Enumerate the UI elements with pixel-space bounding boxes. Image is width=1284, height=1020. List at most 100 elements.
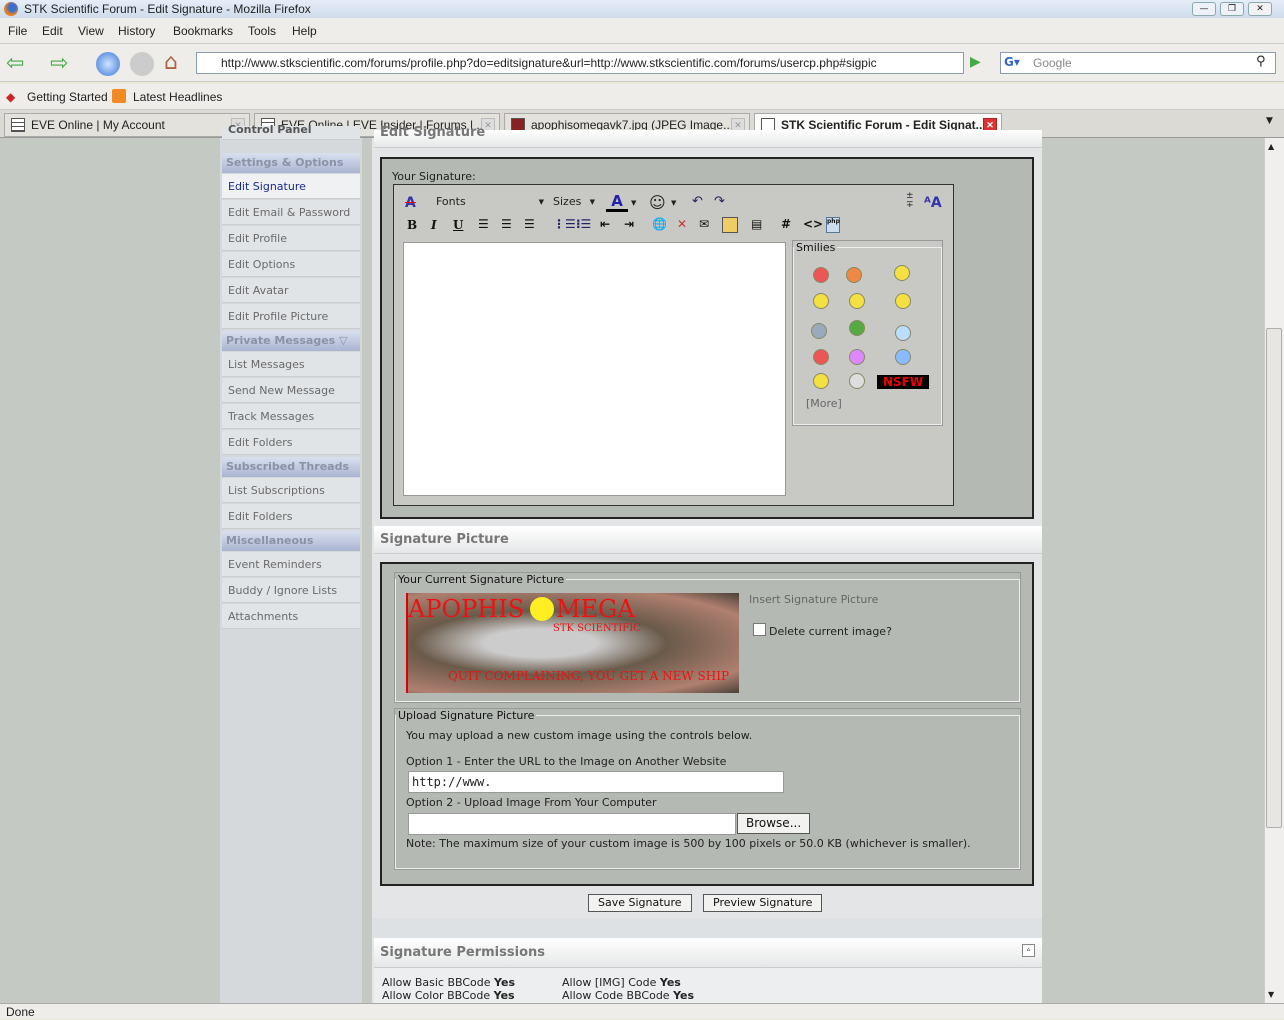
indent-icon[interactable]: ⇥	[624, 217, 634, 231]
insert-signature-picture-link[interactable]: Insert Signature Picture	[749, 593, 878, 606]
ordered-list-icon[interactable]: ⋮☰	[553, 217, 576, 231]
forward-icon[interactable]: ⇨	[50, 52, 74, 76]
home-icon[interactable]: ⌂	[164, 50, 188, 75]
smilie-nsfw[interactable]: NSFW	[877, 375, 929, 389]
collapse-icon[interactable]: ▽	[339, 334, 347, 347]
smilie-icon[interactable]	[895, 349, 911, 365]
sidebar-item-edit-avatar[interactable]: Edit Avatar	[222, 278, 360, 303]
smilie-icon[interactable]	[813, 349, 829, 365]
bold-button[interactable]: B	[407, 218, 417, 232]
underline-button[interactable]: U	[453, 218, 463, 232]
smilie-icon[interactable]	[813, 373, 829, 389]
back-icon[interactable]: ⇦	[6, 52, 30, 76]
maximize-button[interactable]: ❐	[1220, 2, 1244, 16]
italic-button[interactable]: I	[431, 218, 437, 232]
switch-mode-icon[interactable]: ᴬA	[924, 195, 942, 211]
dropdown-icon[interactable]: ▼	[671, 199, 676, 207]
smilie-icon[interactable]	[849, 320, 865, 336]
url-bar[interactable]: http://www.stkscientific.com/forums/prof…	[196, 52, 964, 74]
close-window-button[interactable]: ✕	[1248, 2, 1272, 16]
smilie-icon[interactable]	[849, 373, 865, 389]
remove-link-icon[interactable]: ✕	[677, 217, 687, 231]
smilie-icon[interactable]	[895, 293, 911, 309]
file-path-input[interactable]	[408, 813, 736, 835]
wrap-html-button[interactable]: <>	[803, 217, 823, 231]
font-select[interactable]: Fonts ▼	[430, 193, 546, 211]
insert-image-icon[interactable]	[722, 217, 738, 233]
sidebar-item-edit-profile-picture[interactable]: Edit Profile Picture	[222, 304, 360, 329]
sidebar-item-edit-folders-2[interactable]: Edit Folders	[222, 504, 360, 529]
tab-eve-account[interactable]: EVE Online | My Account ✕	[4, 113, 250, 137]
sidebar-item-attachments[interactable]: Attachments	[222, 604, 360, 629]
sidebar-item-edit-profile[interactable]: Edit Profile	[222, 226, 360, 251]
menu-tools[interactable]: Tools	[248, 24, 276, 38]
smilie-icon[interactable]	[813, 293, 829, 309]
sidebar-item-edit-folders[interactable]: Edit Folders	[222, 430, 360, 455]
smilie-icon[interactable]	[849, 349, 865, 365]
browse-button[interactable]: Browse...	[737, 813, 811, 834]
smilie-icon[interactable]	[846, 267, 862, 283]
quote-icon[interactable]: ▤	[751, 217, 762, 231]
search-input[interactable]: Google	[1000, 52, 1276, 74]
align-left-icon[interactable]: ☰	[478, 217, 489, 231]
smilie-menu-icon[interactable]: ☺	[649, 193, 666, 212]
smilie-icon[interactable]	[811, 323, 827, 339]
dropdown-icon[interactable]: ▼	[631, 199, 636, 207]
smilie-icon[interactable]	[813, 267, 829, 283]
sidebar-item-edit-email[interactable]: Edit Email & Password	[222, 200, 360, 225]
sidebar-item-edit-options[interactable]: Edit Options	[222, 252, 360, 277]
wrap-php-icon[interactable]: php	[826, 217, 840, 233]
bookmark-latest-headlines[interactable]: Latest Headlines	[133, 90, 222, 104]
sidebar-item-event-reminders[interactable]: Event Reminders	[222, 552, 360, 577]
scrollbar-thumb[interactable]	[1266, 328, 1282, 828]
preview-signature-button[interactable]: Preview Signature	[703, 894, 823, 912]
menu-file[interactable]: File	[8, 24, 27, 38]
reload-icon[interactable]	[96, 52, 120, 76]
sidebar-section-subscribed-threads[interactable]: Subscribed Threads ▽	[222, 457, 360, 493]
sidebar-section-private-messages[interactable]: Private Messages ▽	[222, 331, 360, 351]
signature-permissions-heading: Signature Permissions	[374, 938, 1042, 968]
smilie-icon[interactable]	[894, 265, 910, 281]
outdent-icon[interactable]: ⇤	[600, 217, 610, 231]
delete-image-checkbox[interactable]	[753, 623, 766, 636]
insert-link-icon[interactable]: 🌐	[652, 217, 667, 231]
menu-bookmarks[interactable]: Bookmarks	[173, 24, 233, 38]
menu-edit[interactable]: Edit	[42, 24, 63, 38]
sidebar-item-send-message[interactable]: Send New Message	[222, 378, 360, 403]
smilie-icon[interactable]	[849, 293, 865, 309]
tab-list-icon[interactable]: ▼	[1266, 116, 1273, 126]
bookmark-getting-started[interactable]: Getting Started	[27, 90, 108, 104]
stop-icon[interactable]	[130, 52, 154, 76]
sidebar-item-list-messages[interactable]: List Messages	[222, 352, 360, 377]
collapse-icon[interactable]: ▵	[1022, 944, 1035, 957]
undo-icon[interactable]: ↶	[692, 194, 703, 209]
sidebar-item-list-subscriptions[interactable]: List Subscriptions	[222, 478, 360, 503]
menu-help[interactable]: Help	[292, 24, 317, 38]
align-right-icon[interactable]: ☰	[524, 217, 535, 231]
redo-icon[interactable]: ↷	[714, 194, 725, 209]
go-icon[interactable]: ▶	[970, 54, 981, 70]
unordered-list-icon[interactable]: ⁝☰	[576, 217, 591, 231]
minimize-button[interactable]: —	[1192, 2, 1216, 16]
more-smilies-link[interactable]: [More]	[806, 397, 842, 410]
scroll-down-icon[interactable]: ▼	[1268, 990, 1274, 999]
search-go-icon[interactable]: ⚲	[1256, 54, 1266, 69]
text-color-icon[interactable]: A	[606, 192, 628, 212]
sidebar-item-track-messages[interactable]: Track Messages	[222, 404, 360, 429]
google-engine-icon[interactable]: G▾	[1004, 55, 1020, 69]
sidebar-item-edit-signature[interactable]: Edit Signature	[222, 174, 360, 199]
menu-history[interactable]: History	[118, 24, 155, 38]
align-center-icon[interactable]: ☰	[501, 217, 512, 231]
image-url-input[interactable]: http://www.	[408, 771, 784, 793]
sidebar-item-buddy-list[interactable]: Buddy / Ignore Lists	[222, 578, 360, 603]
remove-format-icon[interactable]: A	[405, 195, 416, 211]
wrap-code-button[interactable]: #	[781, 217, 791, 231]
scroll-up-icon[interactable]: ▲	[1268, 142, 1274, 151]
signature-textarea[interactable]	[403, 242, 786, 496]
smilie-icon[interactable]	[895, 325, 911, 341]
resize-icon[interactable]: ± ∓	[906, 192, 914, 210]
save-signature-button[interactable]: Save Signature	[588, 894, 692, 912]
insert-email-icon[interactable]: ✉	[699, 217, 709, 231]
size-select[interactable]: Sizes ▼	[549, 193, 597, 211]
menu-view[interactable]: View	[78, 24, 104, 38]
